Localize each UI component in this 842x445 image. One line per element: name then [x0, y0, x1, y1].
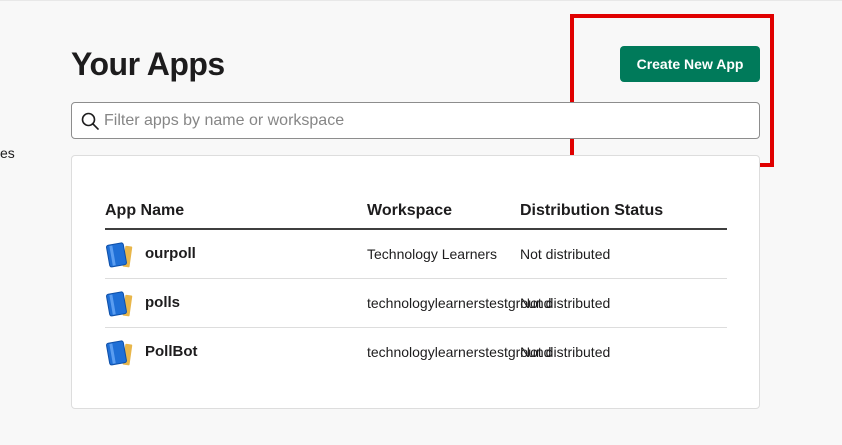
column-header-app-name: App Name — [105, 202, 185, 219]
table-row[interactable]: polls technologylearnerstestground Not d… — [105, 279, 727, 328]
app-name-link[interactable]: ourpoll — [145, 245, 196, 262]
column-header-distribution-status: Distribution Status — [520, 202, 664, 219]
apps-card: App Name Workspace Distribution Status o… — [71, 155, 760, 409]
page-title: Your Apps — [71, 46, 225, 82]
table-header: App Name Workspace Distribution Status — [105, 198, 727, 230]
search-input[interactable] — [104, 103, 759, 138]
search-icon — [80, 111, 100, 131]
app-book-icon — [105, 240, 135, 270]
sidebar-fragment-text[interactable]: es — [0, 145, 15, 161]
distribution-status-cell: Not distributed — [520, 246, 611, 262]
app-name-link[interactable]: PollBot — [145, 343, 198, 360]
column-header-workspace: Workspace — [367, 202, 453, 219]
app-book-icon — [105, 289, 135, 319]
apps-table: App Name Workspace Distribution Status o… — [105, 198, 727, 377]
table-row[interactable]: ourpoll Technology Learners Not distribu… — [105, 230, 727, 279]
app-name-link[interactable]: polls — [145, 294, 180, 311]
search-field[interactable] — [71, 102, 760, 139]
table-row[interactable]: PollBot technologylearnerstestground Not… — [105, 328, 727, 377]
create-new-app-button[interactable]: Create New App — [620, 46, 760, 82]
distribution-status-cell: Not distributed — [520, 344, 611, 360]
workspace-cell: Technology Learners — [367, 246, 497, 262]
top-divider — [0, 0, 842, 1]
app-book-icon — [105, 338, 135, 368]
distribution-status-cell: Not distributed — [520, 295, 611, 311]
highlight-annotation-box — [570, 14, 774, 167]
